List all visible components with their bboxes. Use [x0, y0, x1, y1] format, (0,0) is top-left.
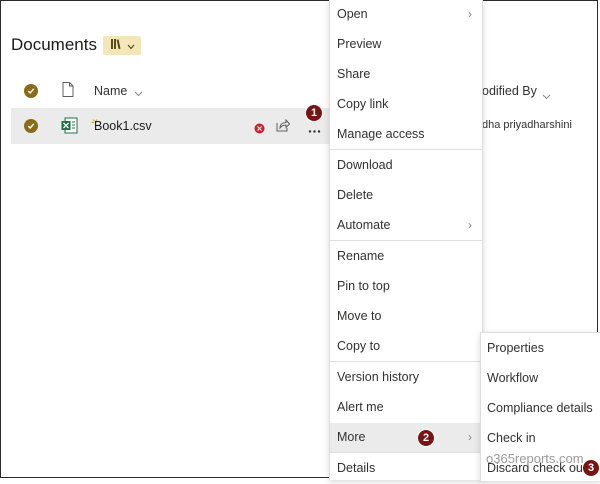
chevron-right-icon: ›: [468, 218, 472, 232]
modified-by-cell: dha priyadharshini: [482, 119, 572, 131]
menu-divider: [330, 149, 482, 150]
submenu-item-properties[interactable]: Properties: [481, 333, 600, 363]
more-actions-ellipsis-icon[interactable]: [308, 121, 321, 139]
menu-item-copy-link[interactable]: Copy link: [330, 90, 482, 120]
submenu-item-compliance-details[interactable]: Compliance details: [481, 393, 600, 423]
file-type-icon[interactable]: [62, 82, 74, 102]
menu-item-share[interactable]: Share: [330, 60, 482, 90]
context-menu: Open › Preview Share Copy link Manage ac…: [329, 0, 483, 480]
menu-item-alert-me[interactable]: Alert me: [330, 393, 482, 423]
chevron-down-icon: [127, 37, 135, 55]
menu-divider: [330, 240, 482, 241]
menu-divider: [330, 452, 482, 453]
menu-item-more[interactable]: More ›: [330, 423, 482, 453]
menu-item-move-to[interactable]: Move to: [330, 302, 482, 332]
name-column-header[interactable]: Name: [94, 84, 127, 98]
chevron-right-icon: ›: [468, 7, 472, 21]
page-title: Documents: [11, 35, 97, 54]
menu-item-preview[interactable]: Preview: [330, 30, 482, 60]
watermark-text: o365reports.com: [486, 451, 584, 466]
excel-file-icon: [61, 117, 78, 139]
menu-item-copy-to[interactable]: Copy to: [330, 332, 482, 362]
callout-badge-2: 2: [417, 429, 435, 447]
menu-item-manage-access[interactable]: Manage access: [330, 120, 482, 150]
submenu-item-check-in[interactable]: Check in: [481, 423, 600, 453]
menu-item-automate[interactable]: Automate ›: [330, 211, 482, 241]
chevron-down-icon[interactable]: [134, 84, 143, 102]
checked-out-status-icon: [254, 121, 265, 139]
table-row[interactable]: Book1.csv: [11, 108, 331, 144]
file-name-link[interactable]: Book1.csv: [94, 119, 152, 133]
menu-item-download[interactable]: Download: [330, 151, 482, 181]
callout-badge-1: 1: [305, 104, 323, 122]
share-icon[interactable]: [276, 118, 291, 137]
submenu-item-workflow[interactable]: Workflow: [481, 363, 600, 393]
chevron-down-icon[interactable]: [542, 87, 551, 105]
callout-badge-3: 3: [582, 459, 600, 477]
select-all-checkbox[interactable]: [24, 84, 38, 98]
chevron-right-icon: ›: [468, 430, 472, 444]
library-view-button[interactable]: [103, 36, 141, 55]
menu-item-rename[interactable]: Rename: [330, 242, 482, 272]
menu-item-pin-to-top[interactable]: Pin to top: [330, 272, 482, 302]
modified-by-column-header[interactable]: odified By: [482, 84, 537, 98]
menu-divider: [330, 361, 482, 362]
column-header-row: Name: [11, 76, 331, 106]
row-checkbox[interactable]: [24, 119, 38, 133]
menu-item-version-history[interactable]: Version history: [330, 363, 482, 393]
menu-item-open[interactable]: Open ›: [330, 0, 482, 30]
menu-item-delete[interactable]: Delete: [330, 181, 482, 211]
library-books-icon: [110, 37, 124, 55]
